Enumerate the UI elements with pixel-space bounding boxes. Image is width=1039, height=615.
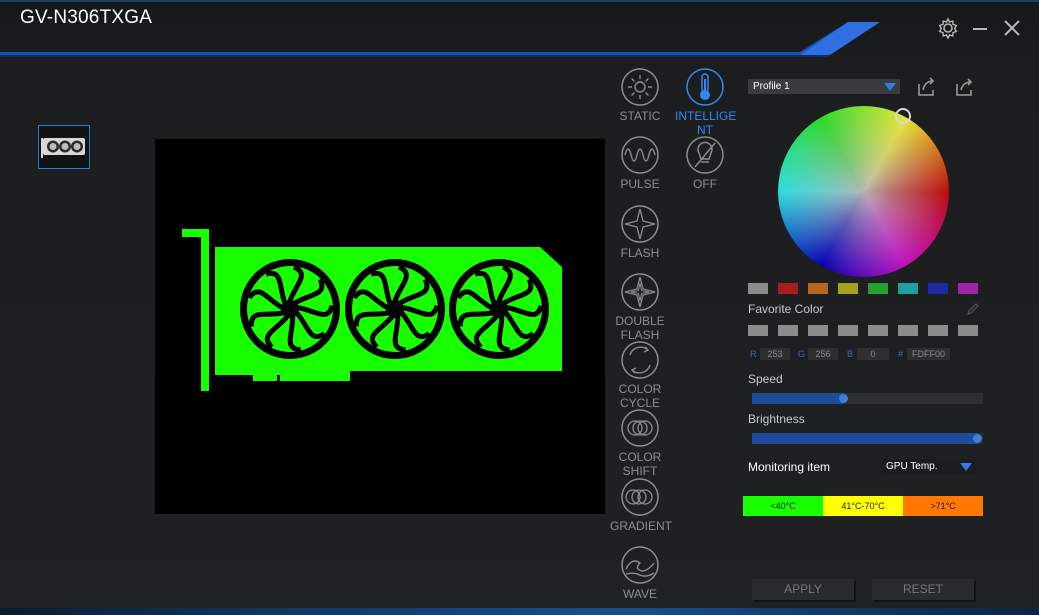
favorite-color-swatch[interactable] (748, 325, 768, 336)
gear-icon[interactable] (936, 16, 960, 40)
brightness-slider[interactable] (752, 433, 983, 444)
mode-gradient-button[interactable]: GRADIENT (610, 477, 673, 533)
mode-label: FLASH (620, 246, 660, 260)
preview-fan (449, 259, 549, 359)
mode-double-flash-button[interactable]: DOUBLE FLASH (610, 272, 670, 342)
brightness-label: Brightness (748, 412, 805, 426)
preset-color-swatch[interactable] (958, 283, 978, 294)
mode-wave-button[interactable]: WAVE (610, 545, 670, 601)
favorite-color-swatch[interactable] (928, 325, 948, 336)
reset-button[interactable]: RESET (872, 579, 974, 600)
title-accent-stripe (0, 0, 1039, 57)
hex-label: # (898, 349, 904, 359)
device-thumbnail[interactable] (38, 125, 90, 169)
preset-color-swatch[interactable] (808, 283, 828, 294)
wave-icon (621, 546, 659, 584)
color-wheel[interactable] (778, 106, 949, 277)
favorite-color-swatch[interactable] (868, 325, 888, 336)
temperature-range-segment: <40°C (743, 496, 823, 516)
preset-color-swatch[interactable] (838, 283, 858, 294)
speed-slider-fill (752, 393, 844, 404)
mode-label: STATIC (619, 109, 661, 123)
preview-fan (240, 259, 340, 359)
profile-dropdown[interactable]: Profile 1 (748, 79, 900, 94)
flash-star-icon (621, 205, 659, 243)
mode-off-button[interactable]: OFF (675, 135, 735, 191)
import-icon[interactable] (915, 76, 937, 98)
chevron-down-icon (960, 463, 972, 471)
favorite-color-swatch[interactable] (838, 325, 858, 336)
favorite-color-swatch[interactable] (778, 325, 798, 336)
monitoring-item-value: GPU Temp. (886, 461, 938, 472)
mode-color-shift-button[interactable]: COLOR SHIFT (610, 408, 670, 478)
bulb-off-icon (686, 136, 724, 174)
g-input[interactable]: 256 (808, 348, 838, 360)
mode-label: DOUBLE (615, 314, 665, 328)
brightness-slider-handle[interactable] (973, 434, 982, 443)
window-title: GV-N306TXGA (20, 7, 153, 28)
mode-label: COLOR (618, 382, 662, 396)
monitoring-item-label: Monitoring item (748, 460, 831, 474)
mode-label: COLOR (618, 450, 662, 464)
mode-label: INTELLIGE (675, 109, 737, 123)
monitoring-item-dropdown[interactable]: GPU Temp. (881, 459, 976, 474)
preset-color-swatch[interactable] (928, 283, 948, 294)
close-icon[interactable] (1000, 16, 1024, 40)
mode-intelligent-button[interactable]: INTELLIGE NT (675, 67, 737, 137)
chevron-down-icon (884, 83, 896, 91)
app-window: GV-N306TXGA STATIC INTELLIGE NT PULSE OF… (0, 0, 1039, 615)
export-icon[interactable] (953, 76, 975, 98)
temperature-range-segment: 41°C-70°C (823, 496, 903, 516)
favorite-color-swatch[interactable] (898, 325, 918, 336)
sun-icon (621, 68, 659, 106)
minimize-icon[interactable] (968, 16, 992, 40)
preset-color-swatch[interactable] (868, 283, 888, 294)
double-flash-icon (621, 273, 659, 311)
apply-button[interactable]: APPLY (752, 579, 854, 600)
favorite-color-label: Favorite Color (748, 302, 824, 316)
favorite-color-swatch[interactable] (958, 325, 978, 336)
hex-input[interactable]: FDFF00 (907, 348, 950, 360)
r-input[interactable]: 253 (760, 348, 790, 360)
preset-color-swatch[interactable] (898, 283, 918, 294)
preview-fan (345, 259, 445, 359)
brightness-slider-fill (752, 433, 978, 444)
preset-color-swatch[interactable] (748, 283, 768, 294)
graphics-card-icon (41, 138, 85, 158)
g-label: G (798, 349, 806, 359)
mode-color-cycle-button[interactable]: COLOR CYCLE (610, 340, 670, 410)
mode-pulse-button[interactable]: PULSE (610, 135, 670, 191)
overlap-circles-icon (621, 409, 659, 447)
lighting-preview (155, 139, 605, 514)
b-label: B (847, 349, 854, 359)
bottom-edge-glow (0, 608, 1039, 615)
speed-slider[interactable] (752, 393, 983, 404)
mode-label: OFF (693, 177, 717, 191)
eyedropper-icon[interactable] (966, 302, 980, 316)
mode-label: SHIFT (622, 464, 658, 478)
speed-label: Speed (748, 372, 783, 386)
gradient-circles-icon (621, 478, 659, 516)
thermometer-icon (686, 68, 724, 106)
profile-dropdown-value: Profile 1 (753, 81, 790, 92)
title-bar: GV-N306TXGA (0, 0, 1039, 60)
mode-flash-button[interactable]: FLASH (610, 204, 670, 260)
mode-label: WAVE (622, 587, 657, 601)
preset-color-swatch[interactable] (778, 283, 798, 294)
cycle-arrows-icon (621, 341, 659, 379)
temperature-range-segment: >71°C (903, 496, 983, 516)
r-label: R (750, 349, 757, 359)
pulse-wave-icon (621, 136, 659, 174)
mode-label: GRADIENT (610, 519, 673, 533)
speed-slider-handle[interactable] (839, 394, 848, 403)
favorite-color-swatch[interactable] (808, 325, 828, 336)
b-input[interactable]: 0 (857, 348, 889, 360)
mode-static-button[interactable]: STATIC (610, 67, 670, 123)
mode-label: PULSE (620, 177, 660, 191)
color-wheel-handle[interactable] (895, 108, 911, 124)
graphics-card-preview (182, 229, 562, 391)
